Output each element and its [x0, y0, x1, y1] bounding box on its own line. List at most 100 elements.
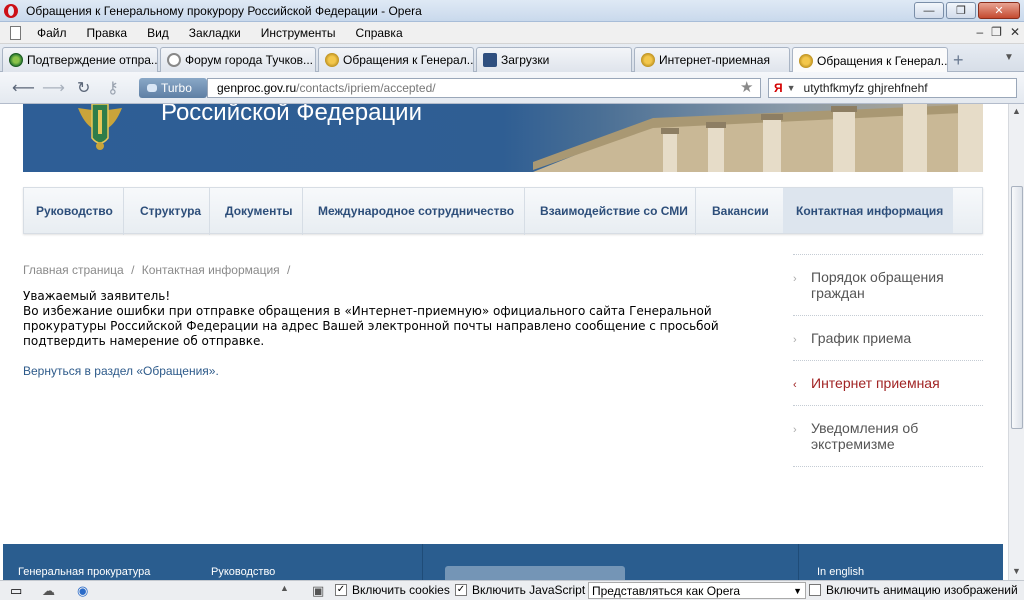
breadcrumb-separator: / — [131, 263, 135, 277]
search-field[interactable]: Я ▼ utythfkmyfz ghjrehfnehf — [768, 78, 1017, 98]
tab-forum[interactable]: Форум города Тучков... — [160, 47, 316, 72]
menu-bookmarks[interactable]: Закладки — [189, 26, 241, 40]
sidebar-divider — [793, 466, 983, 467]
footer-divider — [422, 544, 423, 580]
footer-search-input[interactable] — [445, 566, 625, 580]
tab-appeals-active[interactable]: Обращения к Генерал... — [792, 47, 948, 73]
nav-structure[interactable]: Структура — [140, 204, 201, 218]
prosecutor-emblem-icon — [78, 104, 122, 150]
page-icon[interactable] — [10, 25, 21, 40]
new-tab-icon[interactable]: + — [953, 50, 964, 71]
cookies-toggle[interactable]: ✓ Включить cookies — [335, 583, 450, 597]
nav-contacts[interactable]: Контактная информация — [796, 204, 943, 218]
turbo-button[interactable]: Turbo — [139, 78, 207, 98]
eagle-emblem-icon — [799, 53, 813, 68]
bookmark-star-icon[interactable]: ★ — [740, 78, 753, 96]
green-globe-icon — [9, 53, 23, 67]
scroll-up-arrow-icon[interactable]: ▲ — [1012, 106, 1021, 116]
tab-minimize-button[interactable]: – — [976, 25, 983, 39]
eagle-emblem-icon — [641, 53, 655, 67]
breadcrumb-separator: / — [287, 263, 291, 277]
javascript-toggle[interactable]: ✓ Включить JavaScript — [455, 583, 585, 597]
site-header-banner: Российской Федерации — [23, 104, 983, 172]
turbo-icon — [147, 84, 157, 92]
tab-appeals-1[interactable]: Обращения к Генерал... — [318, 47, 474, 72]
nav-vacancies[interactable]: Вакансии — [712, 204, 769, 218]
status-collapse-icon[interactable]: ▲ — [280, 583, 289, 593]
tab-restore-button[interactable]: ❐ — [991, 25, 1002, 39]
minimize-button[interactable]: — — [914, 2, 944, 19]
sidebar-item-label: Уведомления об экстремизме — [811, 420, 919, 452]
scrollbar-thumb[interactable] — [1011, 186, 1023, 429]
sidebar-item-internet-reception[interactable]: ‹ Интернет приемная — [793, 360, 983, 405]
downloads-icon — [483, 53, 497, 67]
maximize-button[interactable]: ❐ — [946, 2, 976, 19]
breadcrumb-contacts[interactable]: Контактная информация — [142, 263, 280, 277]
tab-close-button[interactable]: ✕ — [1010, 25, 1020, 39]
tab-label: Подтверждение отпра... — [27, 53, 158, 67]
tab-menu-chevron-icon[interactable]: ▼ — [1004, 52, 1014, 63]
back-to-appeals-link[interactable]: Вернуться в раздел «Обращения». — [23, 364, 219, 378]
key-icon[interactable]: ⚷ — [107, 78, 119, 98]
identify-as-select[interactable]: Представляться как Opera ▼ — [588, 582, 806, 599]
breadcrumb-home[interactable]: Главная страница — [23, 263, 124, 277]
tab-label: Интернет-приемная — [659, 53, 770, 67]
opera-logo-icon — [4, 3, 18, 18]
tab-label: Загрузки — [501, 53, 550, 67]
page-viewport: Российской Федерации Руководство Структу… — [0, 104, 1008, 580]
unite-cloud-icon[interactable]: ☁ — [42, 583, 55, 599]
forward-arrow-icon[interactable]: ⟶ — [42, 78, 65, 98]
nav-international[interactable]: Международное сотрудничество — [318, 204, 514, 218]
image-animation-toggle[interactable]: Включить анимацию изображений — [809, 583, 1018, 597]
scroll-down-arrow-icon[interactable]: ▼ — [1012, 566, 1021, 576]
sidebar-item-label: График приема — [811, 330, 912, 346]
sidebar-item-schedule[interactable]: › График приема — [793, 315, 983, 360]
menu-file[interactable]: Файл — [37, 26, 67, 40]
vertical-scrollbar[interactable]: ▲ ▼ — [1008, 104, 1024, 580]
footer-english-link[interactable]: In english — [817, 566, 864, 578]
menu-bar: Файл Правка Вид Закладки Инструменты Спр… — [0, 22, 1024, 44]
sidebar-item-procedure[interactable]: › Порядок обращения граждан — [793, 254, 983, 315]
panel-toggle-icon[interactable]: ▭ — [10, 583, 22, 599]
sidebar: › Порядок обращения граждан › График при… — [793, 254, 983, 467]
chevron-right-icon: › — [793, 424, 797, 436]
image-toggle-icon[interactable]: ▣ — [312, 583, 324, 599]
menu-view[interactable]: Вид — [147, 26, 169, 40]
menu-tools[interactable]: Инструменты — [261, 26, 336, 40]
address-bar[interactable]: genproc.gov.ru/contacts/ipriem/accepted/ — [207, 78, 761, 98]
breadcrumb: Главная страница / Контактная информация… — [23, 263, 290, 277]
cookies-checkbox[interactable]: ✓ — [335, 584, 347, 596]
footer-link-leadership[interactable]: Руководство — [211, 566, 275, 578]
url-path: /contacts/ipriem/accepted/ — [296, 81, 436, 95]
nav-documents[interactable]: Документы — [225, 204, 292, 218]
sidebar-item-label: Порядок обращения граждан — [811, 269, 944, 301]
eagle-emblem-icon — [325, 53, 339, 67]
nav-leadership[interactable]: Руководство — [36, 204, 113, 218]
speed-dial-icon[interactable]: ◉ — [77, 583, 88, 599]
tab-label: Обращения к Генерал... — [817, 53, 948, 68]
yandex-icon[interactable]: Я — [774, 81, 783, 95]
cookies-label: Включить cookies — [352, 583, 450, 597]
close-button[interactable]: ✕ — [978, 2, 1020, 19]
image-animation-checkbox[interactable] — [809, 584, 821, 596]
url-host: genproc.gov.ru — [217, 81, 297, 95]
menu-edit[interactable]: Правка — [87, 26, 128, 40]
tab-internet-reception[interactable]: Интернет-приемная — [634, 47, 790, 72]
turbo-label: Turbo — [161, 81, 192, 95]
tab-confirmation[interactable]: Подтверждение отпра... — [2, 47, 158, 72]
tab-downloads[interactable]: Загрузки — [476, 47, 632, 72]
search-value: utythfkmyfz ghjrehfnehf — [803, 81, 928, 95]
search-engine-dropdown-icon[interactable]: ▼ — [787, 83, 796, 93]
reload-icon[interactable]: ↻ — [77, 78, 90, 98]
nav-divider — [695, 188, 696, 235]
nav-divider — [302, 188, 303, 235]
chevron-left-icon: ‹ — [793, 379, 797, 391]
sidebar-item-extremism[interactable]: › Уведомления об экстремизме — [793, 405, 983, 466]
notice-body: Во избежание ошибки при отправке обращен… — [23, 304, 719, 348]
nav-media[interactable]: Взаимодействие со СМИ — [540, 204, 688, 218]
menu-help[interactable]: Справка — [356, 26, 403, 40]
chevron-right-icon: › — [793, 334, 797, 346]
back-arrow-icon[interactable]: ⟵ — [12, 78, 35, 98]
footer-link-prosecutor[interactable]: Генеральная прокуратура — [18, 566, 150, 578]
javascript-checkbox[interactable]: ✓ — [455, 584, 467, 596]
